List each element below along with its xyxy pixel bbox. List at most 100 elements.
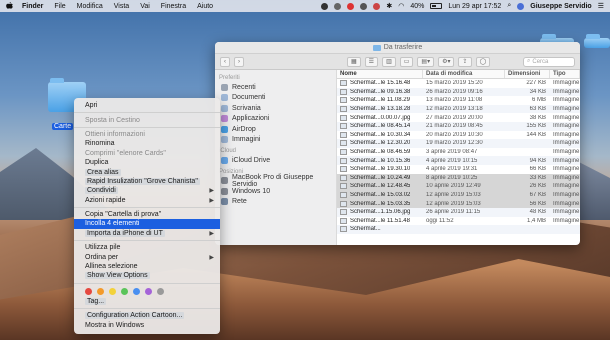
sidebar-item[interactable]: Immagini: [215, 135, 336, 146]
file-row[interactable]: Schermat...le 11.51.48 oggi 11:52 1,4 MB Im…: [337, 217, 580, 226]
context-menu-item[interactable]: Sposta in Cestino: [74, 115, 220, 124]
sidebar-item-icon: [221, 115, 228, 123]
status-icon[interactable]: [360, 2, 368, 10]
menu-file[interactable]: File: [54, 3, 65, 10]
context-menu-item[interactable]: Rinomina: [74, 139, 220, 148]
group-button[interactable]: ▤▾: [417, 56, 435, 67]
sidebar-item[interactable]: Applicazioni: [215, 114, 336, 125]
tag-color-dot[interactable]: [157, 287, 164, 295]
tag-color-dot[interactable]: [97, 287, 104, 295]
file-row[interactable]: Schermat...le 10.24.49 8 aprile 2019 10:2…: [337, 173, 580, 183]
file-row[interactable]: Schermat...0.00.07.jpg 27 marzo 2019 20:0…: [337, 113, 580, 122]
sidebar-item[interactable]: AirDrop: [215, 124, 336, 135]
context-menu-item[interactable]: Ordina per ▶: [74, 252, 220, 261]
tag-button[interactable]: ◯: [475, 56, 491, 67]
file-row[interactable]: Schermat...: [337, 225, 580, 234]
context-menu-item[interactable]: Configuration Action Cartoon...: [74, 311, 220, 320]
tag-color-dot[interactable]: [145, 287, 152, 295]
context-menu-item[interactable]: Mostra in Windows: [74, 320, 220, 329]
status-icon[interactable]: [373, 2, 381, 10]
column-header-name[interactable]: Nome: [337, 70, 423, 78]
column-header-date[interactable]: Data di modifica: [423, 70, 505, 78]
context-menu-item[interactable]: Importa da iPhone di UT ▶: [74, 229, 220, 238]
status-icon[interactable]: [321, 2, 329, 10]
file-row[interactable]: Schermat...le 15.03.35 12 aprile 2019 15:…: [337, 199, 580, 208]
menu-vai[interactable]: Vai: [140, 3, 150, 10]
file-row[interactable]: Schermat...1.15.06.jpg 26 aprile 2019 11:…: [337, 207, 580, 217]
file-kind: Immagine: [553, 209, 580, 216]
sidebar-item[interactable]: Rete: [215, 197, 336, 208]
search-input[interactable]: ⌕ Cerca: [523, 56, 575, 67]
context-menu-item[interactable]: Show View Options: [74, 271, 220, 280]
action-gear-button[interactable]: ⚙▾: [438, 56, 455, 67]
menu-vista[interactable]: Vista: [114, 3, 129, 10]
sidebar-item[interactable]: Documenti: [215, 93, 336, 104]
column-header-size[interactable]: Dimensioni: [505, 70, 550, 78]
file-row[interactable]: Schermat...le 08.45.14 21 marzo 2019 08:4…: [337, 121, 580, 131]
menu-modifica[interactable]: Modifica: [77, 3, 103, 10]
view-icons-button[interactable]: ▦: [347, 56, 361, 67]
back-button[interactable]: ‹: [220, 56, 230, 67]
wifi-icon[interactable]: ◠: [398, 2, 404, 10]
tag-color-dot[interactable]: [109, 287, 116, 295]
context-menu-item[interactable]: Incolla 4 elementi: [74, 219, 220, 229]
search-icon[interactable]: ⌕: [507, 2, 511, 10]
context-menu-item[interactable]: Ottieni informazioni: [74, 130, 220, 139]
sidebar-item[interactable]: MacBook Pro di Giuseppe Servidio: [215, 174, 336, 188]
file-row[interactable]: Schermat...le 11.08.29 13 marzo 2019 11:0…: [337, 96, 580, 105]
context-menu-item[interactable]: Apri: [74, 101, 220, 110]
status-icon[interactable]: [347, 2, 355, 10]
sidebar-item[interactable]: Scrivania: [215, 103, 336, 114]
tag-color-dot[interactable]: [133, 287, 140, 295]
file-row[interactable]: Schermat...le 10.30.34 20 marzo 2019 10:3…: [337, 131, 580, 140]
file-name: Schermat...le 10.30.34: [350, 131, 411, 138]
file-row[interactable]: Schermat...le 15.16.48 15 marzo 2019 15:2…: [337, 79, 580, 88]
menu-clock[interactable]: Lun 29 apr 17:52: [448, 3, 501, 10]
menu-finder[interactable]: Finder: [22, 3, 43, 10]
finder-titlebar[interactable]: Da trasferire: [215, 42, 580, 54]
view-columns-button[interactable]: ▥: [382, 56, 396, 67]
battery-icon[interactable]: [430, 3, 443, 9]
sidebar-item[interactable]: iCloud Drive: [215, 155, 336, 166]
menu-list-icon[interactable]: ☰: [598, 2, 604, 10]
status-icon[interactable]: [334, 2, 342, 10]
tag-color-dot[interactable]: [85, 287, 92, 295]
user-avatar-icon[interactable]: [517, 2, 525, 10]
battery-percent[interactable]: 40%: [410, 3, 424, 10]
context-menu-item[interactable]: Crea alias: [74, 167, 220, 176]
file-row[interactable]: Schermat...le 09.16.38 26 marzo 2019 09:1…: [337, 87, 580, 97]
context-menu-item[interactable]: Allinea selezione: [74, 262, 220, 271]
view-gallery-button[interactable]: ▭: [399, 56, 414, 67]
file-row[interactable]: Schermat...le 19.30.10 4 aprile 2019 19:3…: [337, 165, 580, 174]
column-header-kind[interactable]: Tipo: [550, 70, 580, 78]
sidebar-item-icon: [221, 136, 228, 144]
desktop-folder-label[interactable]: Carte: [52, 123, 74, 130]
apple-icon[interactable]: [6, 2, 13, 10]
tag-color-dot[interactable]: [121, 287, 128, 295]
menu-aiuto[interactable]: Aiuto: [197, 3, 213, 10]
context-menu-item[interactable]: Condividi ▶: [74, 186, 220, 195]
forward-button[interactable]: ›: [234, 56, 244, 67]
context-menu-item[interactable]: Rapid Insulization "Grove Chanista": [74, 177, 220, 186]
view-list-button[interactable]: ☰: [364, 56, 379, 67]
menu-user[interactable]: Giuseppe Servidio: [530, 3, 591, 10]
file-row[interactable]: Schermat...le 13.18.28 12 marzo 2019 13:1…: [337, 104, 580, 114]
context-menu-item[interactable]: Utilizza pile: [74, 243, 220, 252]
menu-finestra[interactable]: Finestra: [161, 3, 186, 10]
bluetooth-icon[interactable]: ✱: [386, 2, 392, 10]
desktop-folder-icon[interactable]: [584, 34, 610, 48]
sidebar-item[interactable]: Recenti: [215, 82, 336, 93]
share-button[interactable]: ⇪: [458, 56, 472, 67]
file-row[interactable]: Schermat...le 12.30.20 19 marzo 2019 12:3…: [337, 139, 580, 148]
context-menu-item[interactable]: Duplica: [74, 158, 220, 167]
context-menu-item[interactable]: Copia "Cartella di prova": [74, 210, 220, 219]
context-menu-item[interactable]: Comprimi "elenore Cards": [74, 149, 220, 158]
file-row[interactable]: Schermat...le 10.15.36 4 aprile 2019 10:1…: [337, 156, 580, 165]
context-menu-item[interactable]: Azioni rapide ▶: [74, 196, 220, 205]
file-row[interactable]: Schermat...le 12.48.45 10 aprile 2019 12:…: [337, 182, 580, 191]
file-row[interactable]: Schermat...le 08.46.59 3 aprile 2019 08:4…: [337, 148, 580, 157]
file-row[interactable]: Schermat...le 15.03.02 12 aprile 2019 15:…: [337, 190, 580, 200]
file-date: 12 aprile 2019 15:03: [426, 200, 481, 207]
file-size: 26 KB: [529, 183, 546, 190]
context-menu-item[interactable]: Tag...: [74, 297, 220, 306]
